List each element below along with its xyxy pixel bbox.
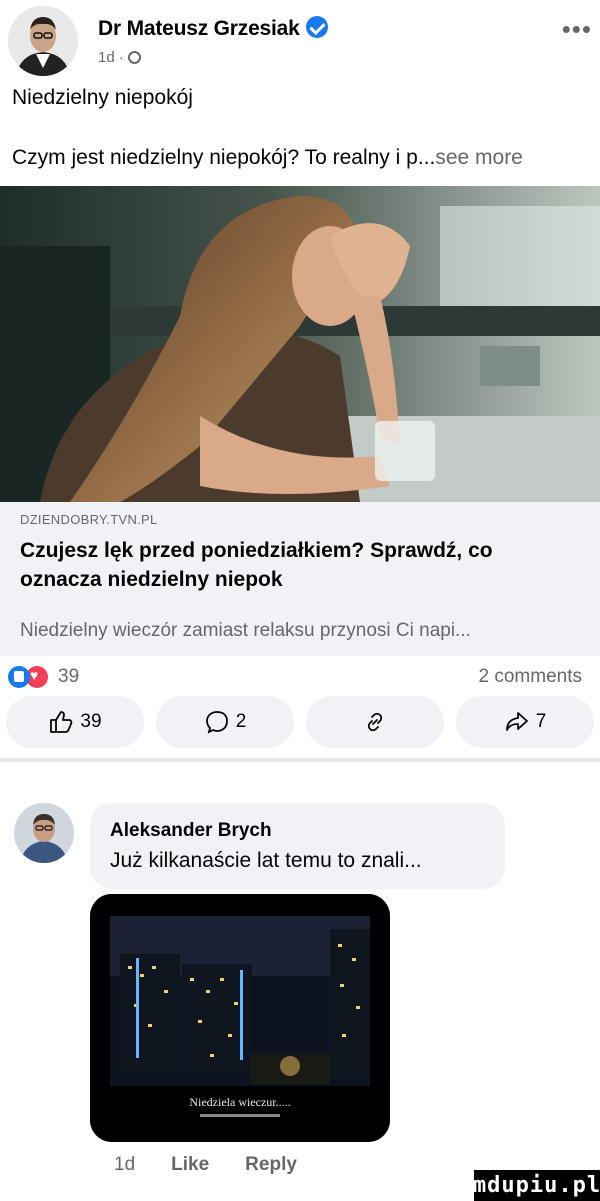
post-title: Niedzielny niepokój	[12, 86, 193, 109]
link-description: Niedzielny wieczór zamiast relaksu przyn…	[20, 620, 471, 641]
more-icon[interactable]: •••	[562, 14, 592, 45]
comment-time[interactable]: 1d	[114, 1154, 135, 1176]
post-time[interactable]: 1d	[98, 49, 115, 66]
comment-icon	[205, 711, 228, 734]
post-stats: 39 2 comments	[0, 660, 600, 696]
post-header: Dr Mateusz Grzesiak 1d · •••	[8, 6, 592, 76]
section-divider	[0, 758, 600, 762]
comment-image-caption: Niedziela wieczur.....	[189, 1095, 290, 1109]
comment-count: 2	[235, 711, 247, 732]
globe-icon	[127, 51, 141, 64]
like-count: 39	[80, 711, 102, 732]
share-icon	[505, 712, 528, 731]
author-name[interactable]: Dr Mateusz Grzesiak	[98, 16, 328, 41]
reactions-summary[interactable]: 39	[8, 666, 79, 688]
reaction-count: 39	[58, 666, 80, 687]
link-preview[interactable]: DZIENDOBRY.TVN.PL Czujesz lęk przed poni…	[0, 502, 600, 656]
comment-like-button[interactable]: Like	[171, 1154, 209, 1176]
thumbs-up-icon	[50, 711, 73, 733]
commenter-avatar[interactable]	[14, 803, 74, 863]
author-avatar[interactable]	[8, 6, 78, 76]
comment-button[interactable]: 2	[156, 696, 294, 748]
verified-badge-icon	[305, 16, 328, 38]
post-body: Czym jest niedzielny niepokój? To realny…	[12, 146, 523, 169]
comment-reply-button[interactable]: Reply	[245, 1154, 297, 1176]
comment-footer: 1d Like Reply	[114, 1154, 297, 1176]
comment-text: Już kilkanaście lat temu to znali...	[110, 849, 422, 872]
like-reaction-icon	[8, 666, 30, 688]
link-preview-image[interactable]	[0, 186, 600, 502]
link-icon	[367, 712, 383, 732]
action-bar: 39 2 7	[0, 696, 600, 752]
see-more-link[interactable]: see more	[435, 146, 523, 169]
link-domain: DZIENDOBRY.TVN.PL	[20, 512, 158, 527]
like-button[interactable]: 39	[6, 696, 144, 748]
link-headline[interactable]: Czujesz lęk przed poniedziałkiem? Sprawd…	[20, 536, 580, 594]
site-watermark: mdupiu.pl	[473, 1170, 600, 1201]
comment-bubble: Aleksander Brych Już kilkanaście lat tem…	[90, 803, 505, 889]
share-count: 7	[535, 711, 547, 732]
comment-author[interactable]: Aleksander Brych	[110, 820, 272, 842]
comment-image[interactable]: Niedziela wieczur.....	[90, 894, 390, 1142]
copy-link-button[interactable]	[306, 696, 444, 748]
share-button[interactable]: 7	[456, 696, 594, 748]
post-meta: 1d ·	[98, 49, 141, 66]
comments-count[interactable]: 2 comments	[479, 666, 582, 688]
